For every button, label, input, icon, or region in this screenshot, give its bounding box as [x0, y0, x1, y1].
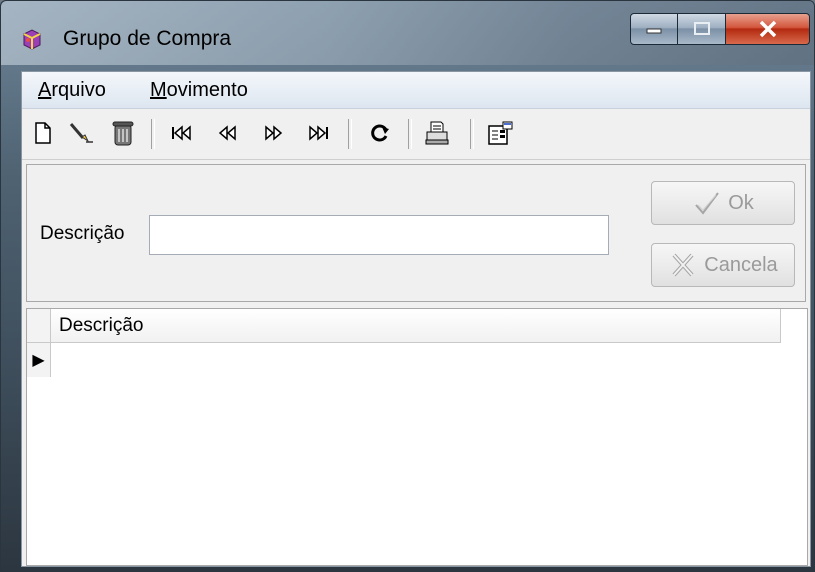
app-window: Grupo de Compra Arquivo Movimento Descri… — [0, 0, 815, 572]
title-bar[interactable]: Grupo de Compra — [1, 1, 814, 65]
toolbar-separator — [408, 119, 412, 149]
prior-record-icon[interactable] — [213, 117, 243, 149]
cancel-x-icon — [672, 253, 694, 277]
last-record-icon[interactable] — [303, 117, 333, 149]
menu-movimento[interactable]: Movimento — [150, 79, 248, 102]
grid-indicator-header — [27, 309, 51, 342]
properties-icon[interactable] — [485, 117, 515, 149]
refresh-icon[interactable] — [366, 117, 396, 149]
edit-icon[interactable] — [66, 117, 96, 149]
ok-button-label: Ok — [728, 191, 754, 214]
toolbar — [22, 109, 810, 160]
close-icon — [759, 20, 776, 38]
toolbar-separator — [470, 119, 474, 149]
delete-icon[interactable] — [108, 117, 138, 149]
cancel-button-label: Cancela — [704, 253, 778, 276]
maximize-button[interactable] — [678, 13, 726, 45]
ok-button[interactable]: Ok — [651, 181, 795, 225]
menu-bar: Arquivo Movimento — [22, 72, 810, 109]
table-row[interactable]: ▶ — [27, 343, 781, 377]
minimize-icon — [646, 28, 662, 34]
close-button[interactable] — [726, 13, 810, 45]
description-label: Descrição — [40, 223, 125, 244]
caption-buttons — [630, 13, 810, 47]
edit-panel: Descrição Ok Cancela — [26, 164, 806, 302]
maximize-icon — [693, 22, 710, 35]
app-icon[interactable] — [21, 28, 43, 50]
grid-header: Descrição — [27, 309, 781, 343]
first-record-icon[interactable] — [167, 117, 197, 149]
toolbar-separator — [151, 119, 155, 149]
cancel-button[interactable]: Cancela — [651, 243, 795, 287]
window-title: Grupo de Compra — [63, 27, 232, 50]
column-header-descricao[interactable]: Descrição — [51, 309, 781, 342]
checkmark-icon — [695, 192, 720, 215]
client-area: Arquivo Movimento Descrição Ok Cancela D… — [21, 71, 811, 567]
menu-arquivo[interactable]: Arquivo — [38, 79, 106, 102]
minimize-button[interactable] — [630, 13, 678, 45]
print-icon[interactable] — [422, 117, 452, 149]
grid-cell-descricao[interactable] — [51, 343, 781, 377]
data-grid[interactable]: Descrição ▶ — [26, 308, 808, 566]
next-record-icon[interactable] — [258, 117, 288, 149]
new-document-icon[interactable] — [28, 117, 58, 149]
toolbar-separator — [348, 119, 352, 149]
current-row-indicator-icon: ▶ — [27, 343, 51, 377]
description-input[interactable] — [149, 215, 609, 255]
